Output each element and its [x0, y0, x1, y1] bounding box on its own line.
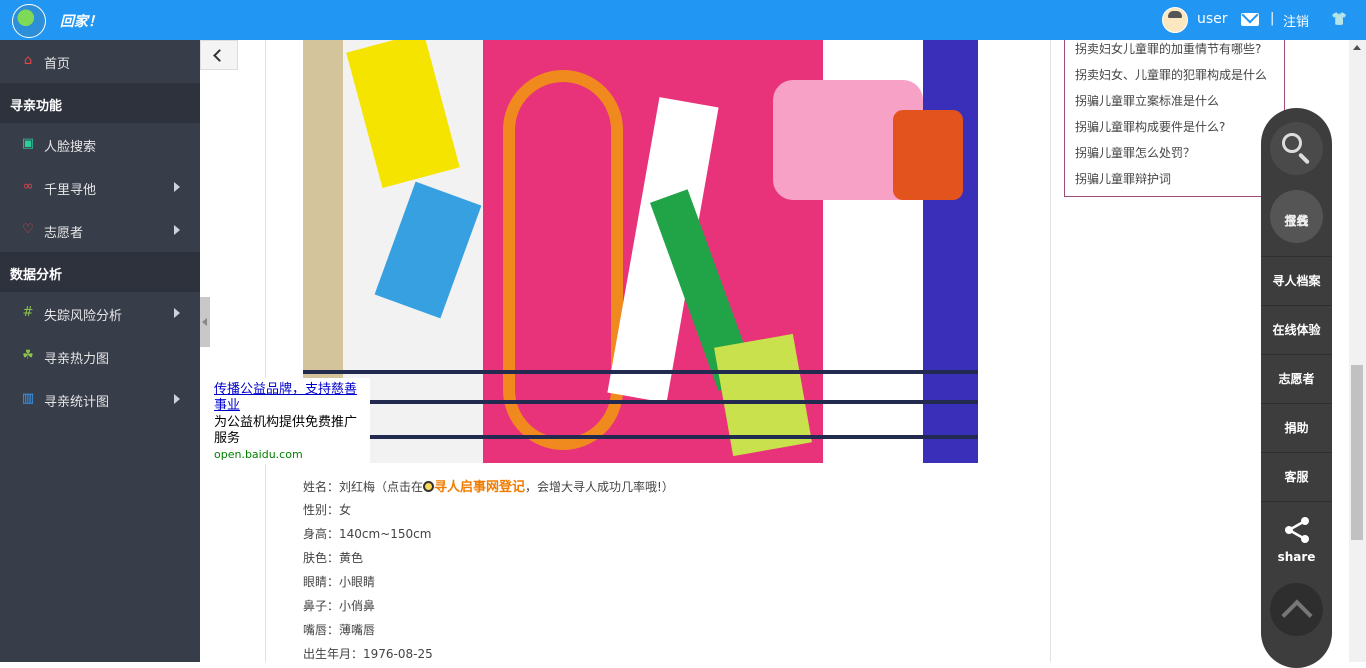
home-icon: ⌂ — [23, 53, 33, 68]
share-button[interactable]: share — [1261, 501, 1332, 572]
related-link[interactable]: 拐卖妇女儿童罪的加重情节有哪些? — [1075, 40, 1261, 57]
ad-url[interactable]: open.baidu.com — [214, 448, 303, 461]
profile-gender: 性别：女 — [303, 503, 352, 517]
top-bar: 回家！ user | 注销 👕 — [0, 0, 1366, 40]
related-link[interactable]: 拐骗儿童罪构成要件是什么? — [1075, 118, 1225, 135]
sidebar-section-search: 寻亲功能 — [0, 83, 200, 123]
section-title: 寻亲功能 — [10, 99, 63, 114]
search-icon[interactable] — [1270, 122, 1323, 175]
donate-button[interactable]: 捐助 — [1261, 403, 1332, 452]
logo-icon[interactable] — [12, 4, 46, 38]
volunteer-button[interactable]: 志愿者 — [1261, 354, 1332, 403]
profile-name: 姓名：刘红梅（点击在 寻人启事网登记，会增大寻人成功几率哦!） — [303, 476, 674, 495]
sidebar-item-face-search[interactable]: ▣ 人脸搜索 — [0, 123, 200, 166]
sidebar-item-label: 寻亲统计图 — [44, 395, 110, 410]
chevron-right-icon — [174, 225, 180, 235]
archive-button[interactable]: 寻人档案 — [1261, 256, 1332, 305]
related-link[interactable]: 拐骗儿童罪立案标准是什么 — [1075, 92, 1219, 109]
ad-box[interactable]: 传播公益品牌，支持慈善事业 为公益机构提供免费推广服务 open.baidu.c… — [210, 378, 370, 464]
section-title: 数据分析 — [10, 268, 63, 283]
profile-birth: 出生年月：1976-08-25 — [303, 647, 433, 661]
heatmap-icon: ☘ — [22, 348, 34, 363]
floating-toolbar: 在线 报名 寻人档案 在线体验 志愿者 捐助 客服 share — [1261, 108, 1332, 668]
sidebar-item-label: 人脸搜索 — [44, 140, 97, 155]
share-icon — [1285, 517, 1309, 543]
person-photo — [303, 40, 978, 463]
register-link[interactable]: 寻人启事网登记 — [434, 480, 525, 495]
sidebar-item-home[interactable]: ⌂ 首页 — [0, 40, 200, 83]
brand-title: 回家！ — [60, 14, 102, 30]
name-text: 姓名：刘红梅（点击在 — [303, 480, 424, 494]
sidebar-item-label: 首页 — [44, 57, 71, 72]
grid-icon: # — [22, 305, 34, 320]
user-avatar[interactable] — [1162, 7, 1188, 33]
profile-skin: 肤色：黄色 — [303, 551, 364, 565]
logout-link[interactable]: 注销 — [1283, 11, 1309, 30]
sidebar-item-risk[interactable]: # 失踪风险分析 — [0, 292, 200, 335]
profile-nose: 鼻子：小俏鼻 — [303, 599, 376, 613]
profile-eyes: 眼睛：小眼睛 — [303, 575, 376, 589]
mail-icon[interactable] — [1241, 13, 1259, 26]
sidebar-item-label: 千里寻他 — [44, 183, 97, 198]
ad-description: 为公益机构提供免费推广服务 — [214, 415, 358, 446]
user-name[interactable]: user — [1197, 11, 1228, 27]
back-to-top-button[interactable] — [1270, 583, 1323, 636]
heart-icon: ♡ — [22, 222, 34, 237]
profile-lips: 嘴唇：薄嘴唇 — [303, 623, 376, 637]
sidebar-item-volunteer[interactable]: ♡ 志愿者 — [0, 209, 200, 252]
name-suffix: ，会增大寻人成功几率哦!） — [525, 480, 674, 494]
chevron-right-icon — [174, 394, 180, 404]
related-links-box: 拐卖妇女儿童罪的加重情节有哪些? 拐卖妇女、儿童罪的犯罪构成是什么 拐骗儿童罪立… — [1064, 40, 1285, 197]
sidebar-section-analysis: 数据分析 — [0, 252, 200, 292]
sidebar-item-heatmap[interactable]: ☘ 寻亲热力图 — [0, 335, 200, 378]
chevron-right-icon — [174, 182, 180, 192]
face-scan-icon: ▣ — [21, 136, 35, 151]
related-link[interactable]: 拐骗儿童罪辩护词 — [1075, 170, 1171, 187]
service-button[interactable]: 客服 — [1261, 452, 1332, 501]
magnifier-icon — [423, 481, 435, 492]
scroll-thumb[interactable] — [1351, 365, 1363, 540]
scrollbar[interactable] — [1349, 40, 1366, 662]
scroll-up-icon[interactable] — [1353, 45, 1361, 50]
profile-height: 身高：140cm~150cm — [303, 527, 432, 541]
sidebar-item-label: 失踪风险分析 — [44, 309, 123, 324]
chevron-right-icon — [174, 308, 180, 318]
sidebar: ⌂ 首页 寻亲功能 ▣ 人脸搜索 ∞ 千里寻他 ♡ 志愿者 数据分析 # 失踪风… — [0, 40, 200, 662]
sidebar-item-qianli[interactable]: ∞ 千里寻他 — [0, 166, 200, 209]
share-label: share — [1277, 550, 1316, 564]
theme-icon[interactable]: 👕 — [1331, 12, 1347, 27]
ad-title-link[interactable]: 传播公益品牌，支持慈善事业 — [214, 382, 364, 414]
collapse-sidebar-button[interactable] — [200, 40, 238, 70]
sidebar-toggle-handle[interactable] — [200, 297, 210, 347]
divider: | — [1270, 11, 1275, 26]
related-link[interactable]: 拐卖妇女、儿童罪的犯罪构成是什么 — [1075, 66, 1267, 83]
experience-button[interactable]: 在线体验 — [1261, 305, 1332, 354]
sidebar-item-label: 志愿者 — [44, 226, 84, 241]
related-link[interactable]: 拐骗儿童罪怎么处罚？ — [1075, 144, 1195, 161]
signup-label-line2: 报名 — [1284, 214, 1309, 228]
online-signup-button[interactable]: 在线 报名 — [1270, 190, 1323, 243]
bar-chart-icon: ▥ — [21, 391, 35, 406]
sidebar-item-label: 寻亲热力图 — [44, 352, 110, 367]
binoculars-icon: ∞ — [22, 179, 34, 194]
sidebar-item-stats[interactable]: ▥ 寻亲统计图 — [0, 378, 200, 421]
